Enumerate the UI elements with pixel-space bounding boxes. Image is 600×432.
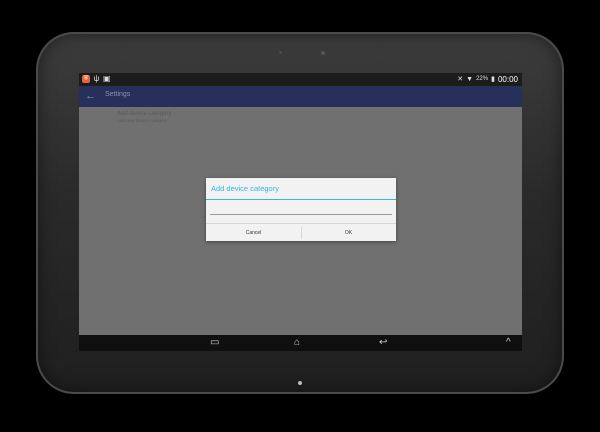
- recents-icon[interactable]: ▭: [210, 337, 219, 349]
- action-bar: ← Settings: [79, 86, 522, 107]
- list-item-subtitle: Add new device category: [117, 118, 168, 123]
- mute-icon: ✕: [457, 76, 464, 83]
- add-category-dialog: Add device category Cancel OK: [206, 178, 396, 241]
- page-title: Settings: [105, 91, 131, 98]
- image-icon: ▣: [103, 74, 111, 83]
- dialog-button-bar: Cancel OK: [206, 223, 396, 242]
- battery-percent: 22%: [476, 76, 489, 82]
- category-name-input[interactable]: [210, 204, 392, 215]
- nav-back-icon[interactable]: ↩: [379, 337, 387, 349]
- usb-icon: ψ: [93, 74, 100, 83]
- cancel-button[interactable]: Cancel: [206, 224, 301, 242]
- system-icons: ✕ ▼ 22% ▮ 00:00: [457, 75, 518, 84]
- chevron-up-icon[interactable]: ^: [506, 337, 511, 349]
- front-camera: [321, 51, 325, 55]
- status-bar: ⛨ ψ ▣ ✕ ▼ 22% ▮ 00:00: [79, 73, 522, 86]
- sensor-dot: [279, 51, 282, 54]
- battery-icon: ▮: [491, 76, 495, 83]
- app-notification-icon: ⛨: [82, 75, 90, 83]
- wifi-icon: ▼: [466, 76, 474, 83]
- dialog-title-divider: [206, 199, 396, 200]
- notification-led: [298, 381, 302, 385]
- clock: 00:00: [497, 75, 518, 84]
- home-icon[interactable]: ⌂: [294, 337, 300, 349]
- navigation-bar: ▭ ⌂ ↩ ^: [79, 335, 522, 351]
- list-item-title: Add device category: [117, 111, 172, 117]
- back-arrow-icon[interactable]: ←: [85, 89, 96, 103]
- ok-button[interactable]: OK: [301, 224, 396, 242]
- list-item[interactable]: Add device category Add new device categ…: [117, 111, 171, 124]
- notification-icons: ⛨ ψ ▣: [82, 74, 111, 83]
- dialog-title: Add device category: [211, 184, 279, 193]
